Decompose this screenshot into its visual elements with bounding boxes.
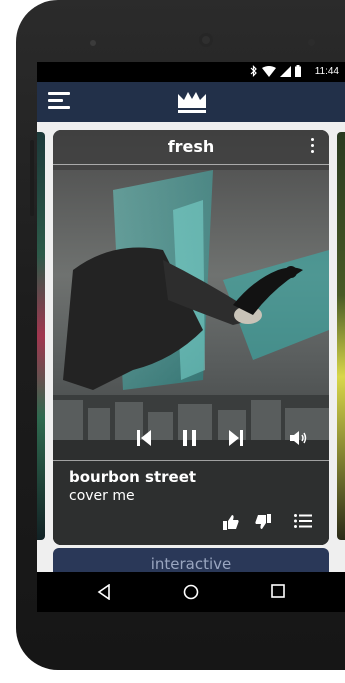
- thumbs-down-icon[interactable]: [255, 514, 271, 530]
- skip-previous-icon[interactable]: [137, 430, 151, 446]
- back-icon[interactable]: [97, 584, 111, 600]
- next-card-peek[interactable]: [337, 132, 345, 540]
- track-divider: [53, 460, 329, 461]
- wifi-icon: [262, 65, 276, 77]
- status-bar: 11:44: [37, 62, 345, 82]
- phone-screen: 11:44 fresh bourbon street cover me inte…: [37, 62, 345, 612]
- station-title: fresh: [167, 137, 215, 156]
- pause-icon[interactable]: [183, 430, 197, 446]
- front-camera: [199, 33, 213, 47]
- bluetooth-icon: [250, 65, 257, 77]
- volume-icon[interactable]: [290, 430, 308, 446]
- thumbs-up-icon[interactable]: [223, 514, 239, 530]
- skip-next-icon[interactable]: [229, 430, 243, 446]
- proximity-sensor: [308, 39, 315, 46]
- playlist-icon[interactable]: [294, 514, 312, 528]
- track-title: bourbon street: [69, 468, 197, 486]
- system-nav-bar: [37, 572, 345, 612]
- phone-side-button: [30, 140, 34, 216]
- more-options-icon[interactable]: [311, 138, 315, 156]
- hamburger-menu-icon[interactable]: [48, 92, 70, 110]
- track-subtitle: cover me: [69, 488, 135, 504]
- now-playing-card: fresh bourbon street cover me: [53, 130, 329, 545]
- content-area: fresh bourbon street cover me interactiv…: [37, 122, 345, 588]
- status-time: 11:44: [314, 66, 339, 77]
- app-bar: [37, 82, 345, 122]
- previous-card-peek[interactable]: [37, 132, 45, 540]
- home-icon[interactable]: [183, 584, 199, 600]
- battery-icon: [295, 65, 301, 77]
- signal-icon: [280, 65, 291, 77]
- next-station-label: interactive: [150, 555, 232, 573]
- recents-icon[interactable]: [271, 584, 285, 598]
- phone-speaker: [90, 40, 96, 46]
- header-divider: [53, 164, 329, 165]
- crown-icon: [178, 92, 206, 113]
